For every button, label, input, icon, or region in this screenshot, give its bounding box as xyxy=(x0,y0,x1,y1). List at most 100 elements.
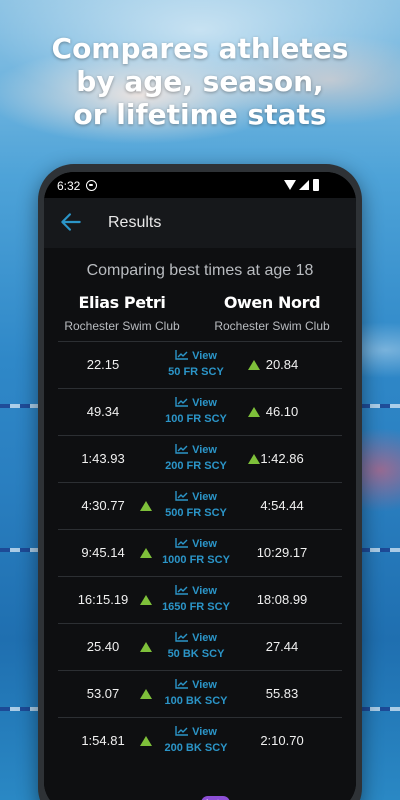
table-row: 25.40 View 50 BK SCY 27.44 xyxy=(58,623,342,670)
table-row: 1:43.93 View 200 FR SCY 1:42.86 xyxy=(58,435,342,482)
view-label-row: View xyxy=(156,490,236,505)
battery-icon xyxy=(313,179,319,191)
trend-chart-icon xyxy=(175,397,189,407)
athlete-club: Rochester Swim Club xyxy=(64,319,180,333)
right-time: 27.44 xyxy=(265,639,299,654)
trend-chart-icon xyxy=(175,538,189,548)
left-time: 4:30.77 xyxy=(81,498,125,513)
notification-icon xyxy=(86,180,97,191)
results-content: Comparing best times at age 18 Elias Pet… xyxy=(44,248,356,800)
view-label: View xyxy=(192,397,217,409)
view-label-row: View xyxy=(156,725,236,740)
faster-indicator-icon xyxy=(140,689,152,699)
back-arrow-icon[interactable] xyxy=(58,209,84,235)
view-label-row: View xyxy=(156,631,236,646)
left-time: 16:15.19 xyxy=(77,592,129,607)
view-event-link[interactable]: View 100 FR SCY xyxy=(156,396,236,425)
beta-badge: beta xyxy=(201,796,230,800)
view-label-row: View xyxy=(156,443,236,458)
athlete-left: Elias Petri Rochester Swim Club xyxy=(44,293,200,333)
faster-indicator-icon xyxy=(140,501,152,511)
trend-chart-icon xyxy=(175,491,189,501)
view-label-row: View xyxy=(156,584,236,599)
view-label: View xyxy=(192,350,217,362)
left-time: 1:54.81 xyxy=(81,733,125,748)
event-label: 50 BK SCY xyxy=(167,648,225,660)
trend-chart-icon xyxy=(175,444,189,454)
event-label: 200 FR SCY xyxy=(165,460,227,472)
view-event-link[interactable]: View 500 FR SCY xyxy=(156,490,236,519)
status-icons xyxy=(284,179,344,192)
view-label: View xyxy=(192,726,217,738)
right-time: 20.84 xyxy=(265,357,299,372)
athlete-name: Elias Petri xyxy=(78,293,166,312)
event-label: 500 FR SCY xyxy=(165,507,227,519)
trend-chart-icon xyxy=(175,585,189,595)
status-time: 6:32 xyxy=(57,179,81,193)
right-time: 10:29.17 xyxy=(256,545,308,560)
table-row: 4:30.77 View 500 FR SCY 4:54.44 xyxy=(58,482,342,529)
faster-indicator-icon xyxy=(140,548,152,558)
trend-chart-icon xyxy=(175,350,189,360)
view-event-link[interactable]: View 200 FR SCY xyxy=(156,443,236,472)
left-time: 53.07 xyxy=(86,686,120,701)
phone-frame: 6:32 Results Comparing best times at age… xyxy=(38,164,362,800)
event-label: 1650 FR SCY xyxy=(162,601,230,613)
table-row: 16:15.19 View 1650 FR SCY 18:08.99 xyxy=(58,576,342,623)
view-event-link[interactable]: View 50 FR SCY xyxy=(156,349,236,378)
right-time: 2:10.70 xyxy=(260,733,304,748)
comparison-heading: Comparing best times at age 18 xyxy=(86,262,314,279)
view-label-row: View xyxy=(156,537,236,552)
left-time: 9:45.14 xyxy=(81,545,125,560)
athlete-club: Rochester Swim Club xyxy=(214,319,330,333)
view-event-link[interactable]: View 1650 FR SCY xyxy=(156,584,236,613)
right-time: 1:42.86 xyxy=(260,451,304,466)
event-label: 50 FR SCY xyxy=(168,366,224,378)
table-row: 49.34 View 100 FR SCY 46.10 xyxy=(58,388,342,435)
page-title: Results xyxy=(108,214,162,231)
event-label: 100 FR SCY xyxy=(165,413,227,425)
view-event-link[interactable]: View 50 BK SCY xyxy=(156,631,236,660)
faster-indicator-icon xyxy=(140,642,152,652)
headline-line: Compares athletes xyxy=(51,32,349,65)
left-time: 49.34 xyxy=(86,404,120,419)
app-bar: Results xyxy=(44,198,356,248)
right-time: 55.83 xyxy=(265,686,299,701)
left-time: 1:43.93 xyxy=(81,451,125,466)
view-event-link[interactable]: View 1000 FR SCY xyxy=(156,537,236,566)
view-event-link[interactable]: View 100 BK SCY xyxy=(156,678,236,707)
left-time: 22.15 xyxy=(86,357,120,372)
right-time: 18:08.99 xyxy=(256,592,308,607)
view-label: View xyxy=(192,538,217,550)
headline-line: or lifetime stats xyxy=(73,98,327,131)
trend-chart-icon xyxy=(175,679,189,689)
headline-line: by age, season, xyxy=(76,65,324,98)
table-row: 1:54.81 View 200 BK SCY 2:10.70 xyxy=(58,717,342,764)
wifi-icon xyxy=(284,180,296,190)
faster-indicator-icon xyxy=(140,736,152,746)
view-label-row: View xyxy=(156,678,236,693)
faster-indicator-icon xyxy=(140,595,152,605)
view-label: View xyxy=(192,679,217,691)
view-label-row: View xyxy=(156,396,236,411)
view-event-link[interactable]: View 200 BK SCY xyxy=(156,725,236,754)
view-label: View xyxy=(192,444,217,456)
view-label: View xyxy=(192,491,217,503)
athlete-name: Owen Nord xyxy=(223,293,321,312)
table-row: 22.15 View 50 FR SCY 20.84 xyxy=(58,341,342,388)
comparison-table: 22.15 View 50 FR SCY 20.84 49.34 View 100 FR S… xyxy=(58,341,342,764)
table-row: 53.07 View 100 BK SCY 55.83 xyxy=(58,670,342,717)
table-row: 9:45.14 View 1000 FR SCY 10:29.17 xyxy=(58,529,342,576)
trend-chart-icon xyxy=(175,726,189,736)
right-time: 4:54.44 xyxy=(260,498,304,513)
view-label: View xyxy=(192,632,217,644)
phone-screen: 6:32 Results Comparing best times at age… xyxy=(44,172,356,800)
event-label: 100 BK SCY xyxy=(164,695,228,707)
event-label: 1000 FR SCY xyxy=(162,554,230,566)
promo-headline: Compares athletes by age, season, or lif… xyxy=(0,32,400,131)
right-time: 46.10 xyxy=(265,404,299,419)
left-time: 25.40 xyxy=(86,639,120,654)
signal-icon xyxy=(299,180,309,190)
athlete-right: Owen Nord Rochester Swim Club xyxy=(194,293,350,333)
view-label-row: View xyxy=(156,349,236,364)
